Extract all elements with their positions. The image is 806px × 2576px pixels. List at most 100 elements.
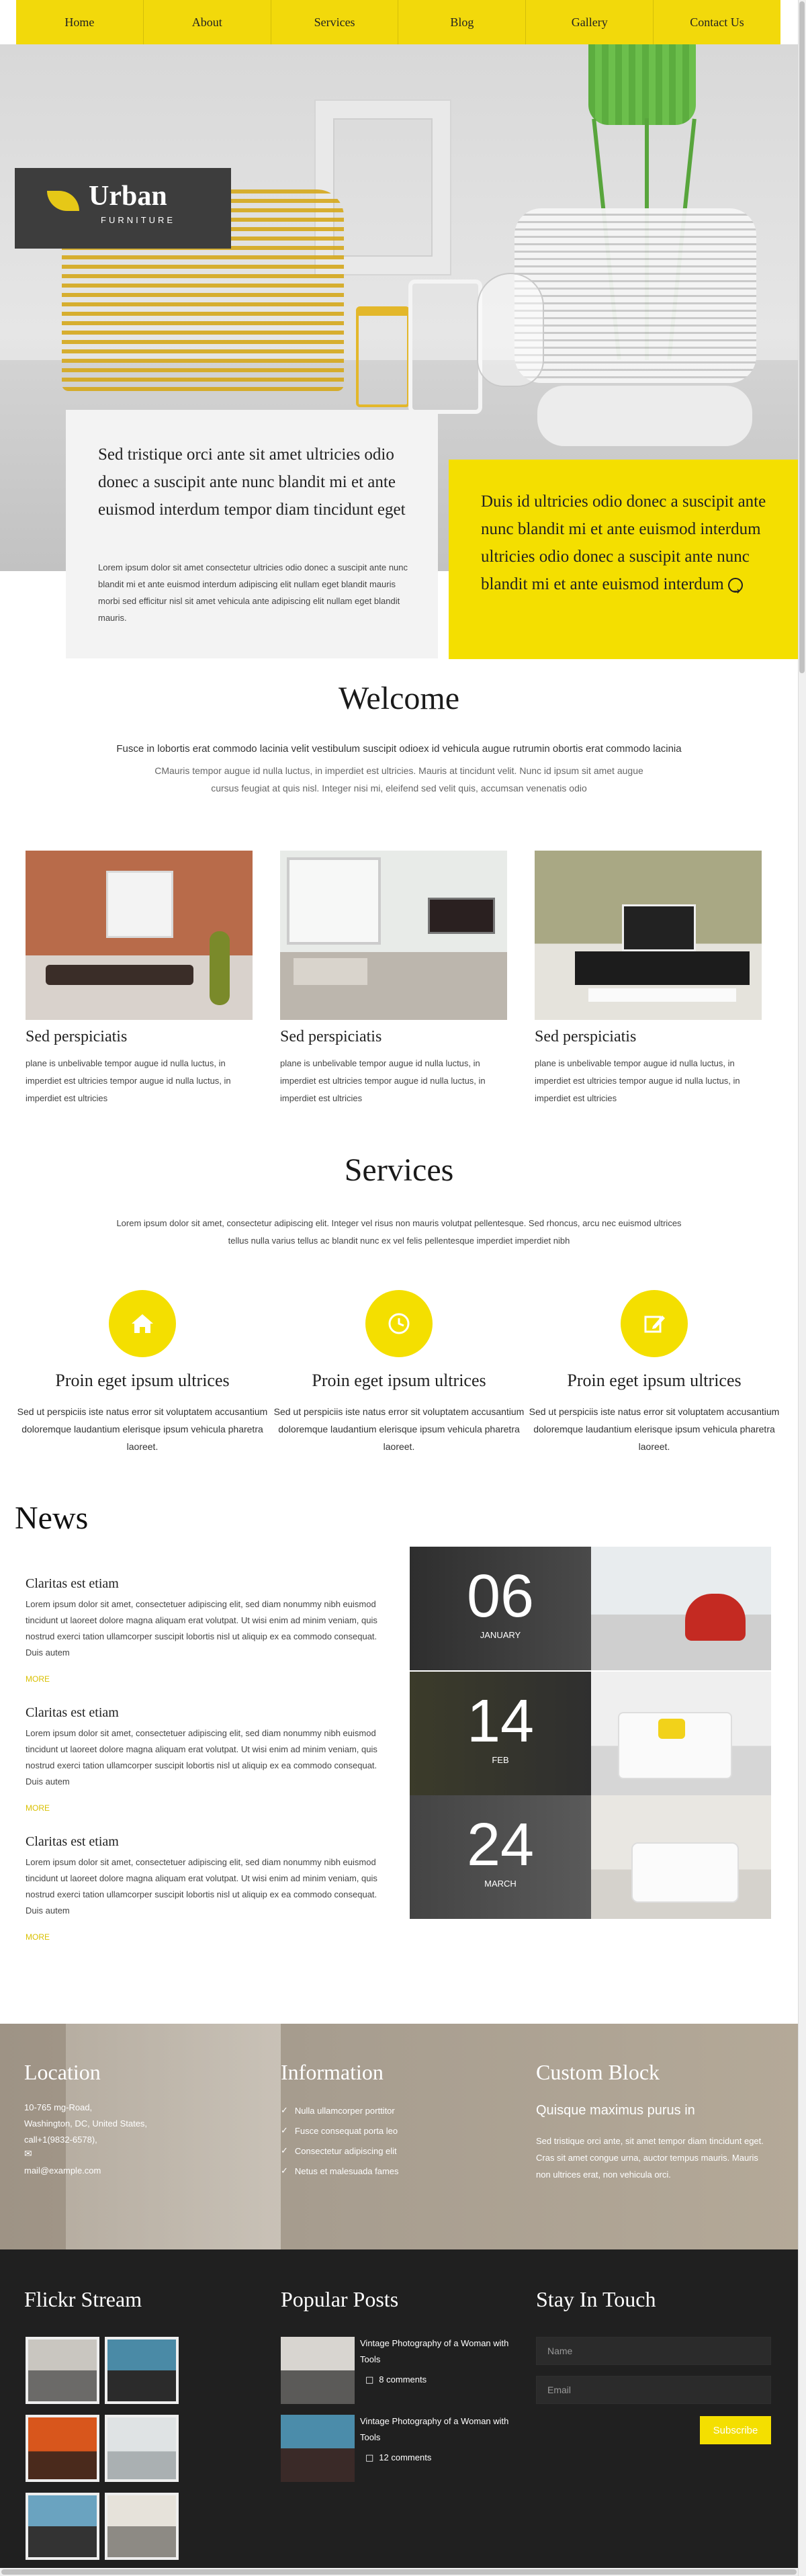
shelf-shape bbox=[588, 988, 736, 1002]
hero-white-card: Sed tristique orci ante sit amet ultrici… bbox=[66, 410, 438, 658]
news-more-link[interactable]: MORE bbox=[26, 1803, 50, 1813]
nav-services[interactable]: Services bbox=[271, 0, 399, 44]
flickr-thumb[interactable] bbox=[26, 2337, 99, 2404]
post-comments: □ 8 comments bbox=[365, 2374, 427, 2385]
footer-info-item[interactable]: ✓ Netus et malesuada fames bbox=[281, 2166, 399, 2176]
flickr-thumb[interactable] bbox=[105, 2337, 179, 2404]
news-date-box: 14 FEB bbox=[410, 1672, 591, 1795]
footer-information-title: Information bbox=[281, 2060, 384, 2084]
horizontal-scroll-thumb[interactable] bbox=[1, 2569, 797, 2575]
news-date-day: 06 bbox=[466, 1563, 535, 1630]
service-icon-circle[interactable] bbox=[365, 1290, 433, 1357]
arrow-right-icon[interactable] bbox=[727, 577, 743, 605]
footer-location-line: call+1(9832-6578), bbox=[24, 2135, 97, 2145]
news-title: News bbox=[15, 1500, 89, 1536]
hero-white-text: Lorem ipsum dolor sit amet consectetur u… bbox=[98, 562, 408, 623]
news-date-day: 14 bbox=[466, 1688, 535, 1755]
hero-lamp bbox=[588, 44, 696, 125]
comment-icon: □ bbox=[365, 2453, 374, 2463]
news-image-3 bbox=[591, 1795, 771, 1919]
hero-vase bbox=[477, 273, 544, 387]
welcome-image-2 bbox=[280, 851, 507, 1020]
brand-sub: FURNITURE bbox=[101, 215, 176, 225]
welcome-image-1 bbox=[26, 851, 253, 1020]
nav-contact[interactable]: Contact Us bbox=[654, 0, 780, 44]
tv-shape bbox=[622, 904, 696, 951]
footer-info-label: Netus et malesuada fames bbox=[294, 2166, 399, 2176]
news-item-title[interactable]: Claritas est etiam bbox=[26, 1576, 119, 1592]
welcome-item-text: plane is unbelivable tempor augue id nul… bbox=[26, 1058, 231, 1103]
flickr-thumb[interactable] bbox=[105, 2415, 179, 2482]
clock-icon bbox=[388, 1313, 410, 1334]
footer-info-label: Nulla ullamcorper porttitor bbox=[294, 2106, 395, 2116]
red-chair-shape bbox=[685, 1594, 746, 1641]
nav-home[interactable]: Home bbox=[16, 0, 144, 44]
news-more-link[interactable]: MORE bbox=[26, 1674, 50, 1684]
news-item-text: Lorem ipsum dolor sit amet, consectetuer… bbox=[26, 1599, 377, 1658]
hero-white-stool bbox=[408, 280, 482, 414]
hero-yellow-text: Duis id ultricies odio donec a suscipit … bbox=[481, 488, 776, 605]
hero-yellow-card: Duis id ultricies odio donec a suscipit … bbox=[449, 460, 798, 659]
hero-yellow-body: Duis id ultricies odio donec a suscipit … bbox=[481, 492, 766, 593]
footer-info-item[interactable]: ✓ Fusce consequat porta leo bbox=[281, 2126, 398, 2136]
hero-rug bbox=[537, 386, 752, 446]
vertical-scroll-thumb[interactable] bbox=[799, 1, 805, 673]
footer-custom-title: Custom Block bbox=[536, 2060, 660, 2084]
email-icon: ✉ bbox=[24, 2149, 32, 2159]
post-title[interactable]: Vintage Photography of a Woman with Tool… bbox=[360, 2413, 514, 2446]
services-title: Services bbox=[344, 1152, 454, 1188]
welcome-title: Welcome bbox=[338, 681, 460, 716]
footer-info-item[interactable]: ✓ Nulla ullamcorper porttitor bbox=[281, 2106, 395, 2116]
post-comments: □ 12 comments bbox=[365, 2452, 431, 2463]
footer-info-item[interactable]: ✓ Consectetur adipiscing elit bbox=[281, 2146, 397, 2156]
hero-yellow-stool bbox=[356, 306, 410, 407]
window-shape bbox=[287, 857, 381, 945]
service-text: Sed ut perspiciis iste natus error sit v… bbox=[17, 1406, 268, 1452]
flickr-title: Flickr Stream bbox=[24, 2287, 142, 2311]
service-icon-circle[interactable] bbox=[109, 1290, 176, 1357]
popular-posts-title: Popular Posts bbox=[281, 2287, 399, 2311]
news-date-box: 06 JANUARY bbox=[410, 1547, 591, 1670]
subscribe-button[interactable]: Subscribe bbox=[700, 2416, 771, 2444]
flickr-thumb[interactable] bbox=[26, 2493, 99, 2560]
news-more-link[interactable]: MORE bbox=[26, 1932, 50, 1942]
flickr-thumb[interactable] bbox=[26, 2415, 99, 2482]
news-item-title[interactable]: Claritas est etiam bbox=[26, 1834, 119, 1850]
cabinet-shape bbox=[575, 951, 750, 985]
plant-shape bbox=[210, 931, 230, 1005]
wall-art bbox=[106, 871, 173, 938]
welcome-item-title: Sed perspiciatis bbox=[280, 1028, 382, 1045]
comment-icon: □ bbox=[365, 2375, 374, 2385]
services-lead: Lorem ipsum dolor sit amet, consectetur … bbox=[116, 1218, 682, 1246]
footer-info-label: Fusce consequat porta leo bbox=[294, 2126, 398, 2136]
footer-custom-text: Sed tristique orci ante, sit amet tempor… bbox=[536, 2136, 764, 2180]
name-input[interactable]: Name bbox=[536, 2337, 771, 2365]
post-thumb[interactable] bbox=[281, 2415, 355, 2482]
news-item-text: Lorem ipsum dolor sit amet, consectetuer… bbox=[26, 1857, 377, 1916]
sofa-shape bbox=[631, 1842, 739, 1903]
footer-location-title: Location bbox=[24, 2060, 101, 2084]
news-date-box: 24 MARCH bbox=[410, 1795, 591, 1919]
brand-name: Urban bbox=[89, 181, 167, 212]
news-item-text: Lorem ipsum dolor sit amet, consectetuer… bbox=[26, 1728, 377, 1787]
footer-custom-subtitle: Quisque maximus purus in bbox=[536, 2103, 695, 2118]
service-icon-circle[interactable] bbox=[621, 1290, 688, 1357]
service-text: Sed ut perspiciis iste natus error sit v… bbox=[273, 1406, 525, 1452]
footer-location-line: Washington, DC, United States, bbox=[24, 2118, 148, 2129]
news-item-title[interactable]: Claritas est etiam bbox=[26, 1705, 119, 1721]
hero-white-chair bbox=[514, 208, 756, 383]
news-date-month: JANUARY bbox=[480, 1630, 521, 1640]
footer-email[interactable]: mail@example.com bbox=[24, 2162, 101, 2179]
post-title[interactable]: Vintage Photography of a Woman with Tool… bbox=[360, 2335, 514, 2368]
sofa-shape bbox=[294, 958, 367, 985]
flickr-thumb[interactable] bbox=[105, 2493, 179, 2560]
footer-info-label: Consectetur adipiscing elit bbox=[294, 2146, 397, 2156]
email-input[interactable]: Email bbox=[536, 2376, 771, 2404]
post-comment-count: 8 comments bbox=[379, 2374, 427, 2385]
nav-blog[interactable]: Blog bbox=[398, 0, 527, 44]
welcome-item-title: Sed perspiciatis bbox=[535, 1028, 637, 1045]
nav-about[interactable]: About bbox=[144, 0, 271, 44]
nav-gallery[interactable]: Gallery bbox=[526, 0, 654, 44]
home-icon bbox=[132, 1314, 153, 1333]
post-thumb[interactable] bbox=[281, 2337, 355, 2404]
